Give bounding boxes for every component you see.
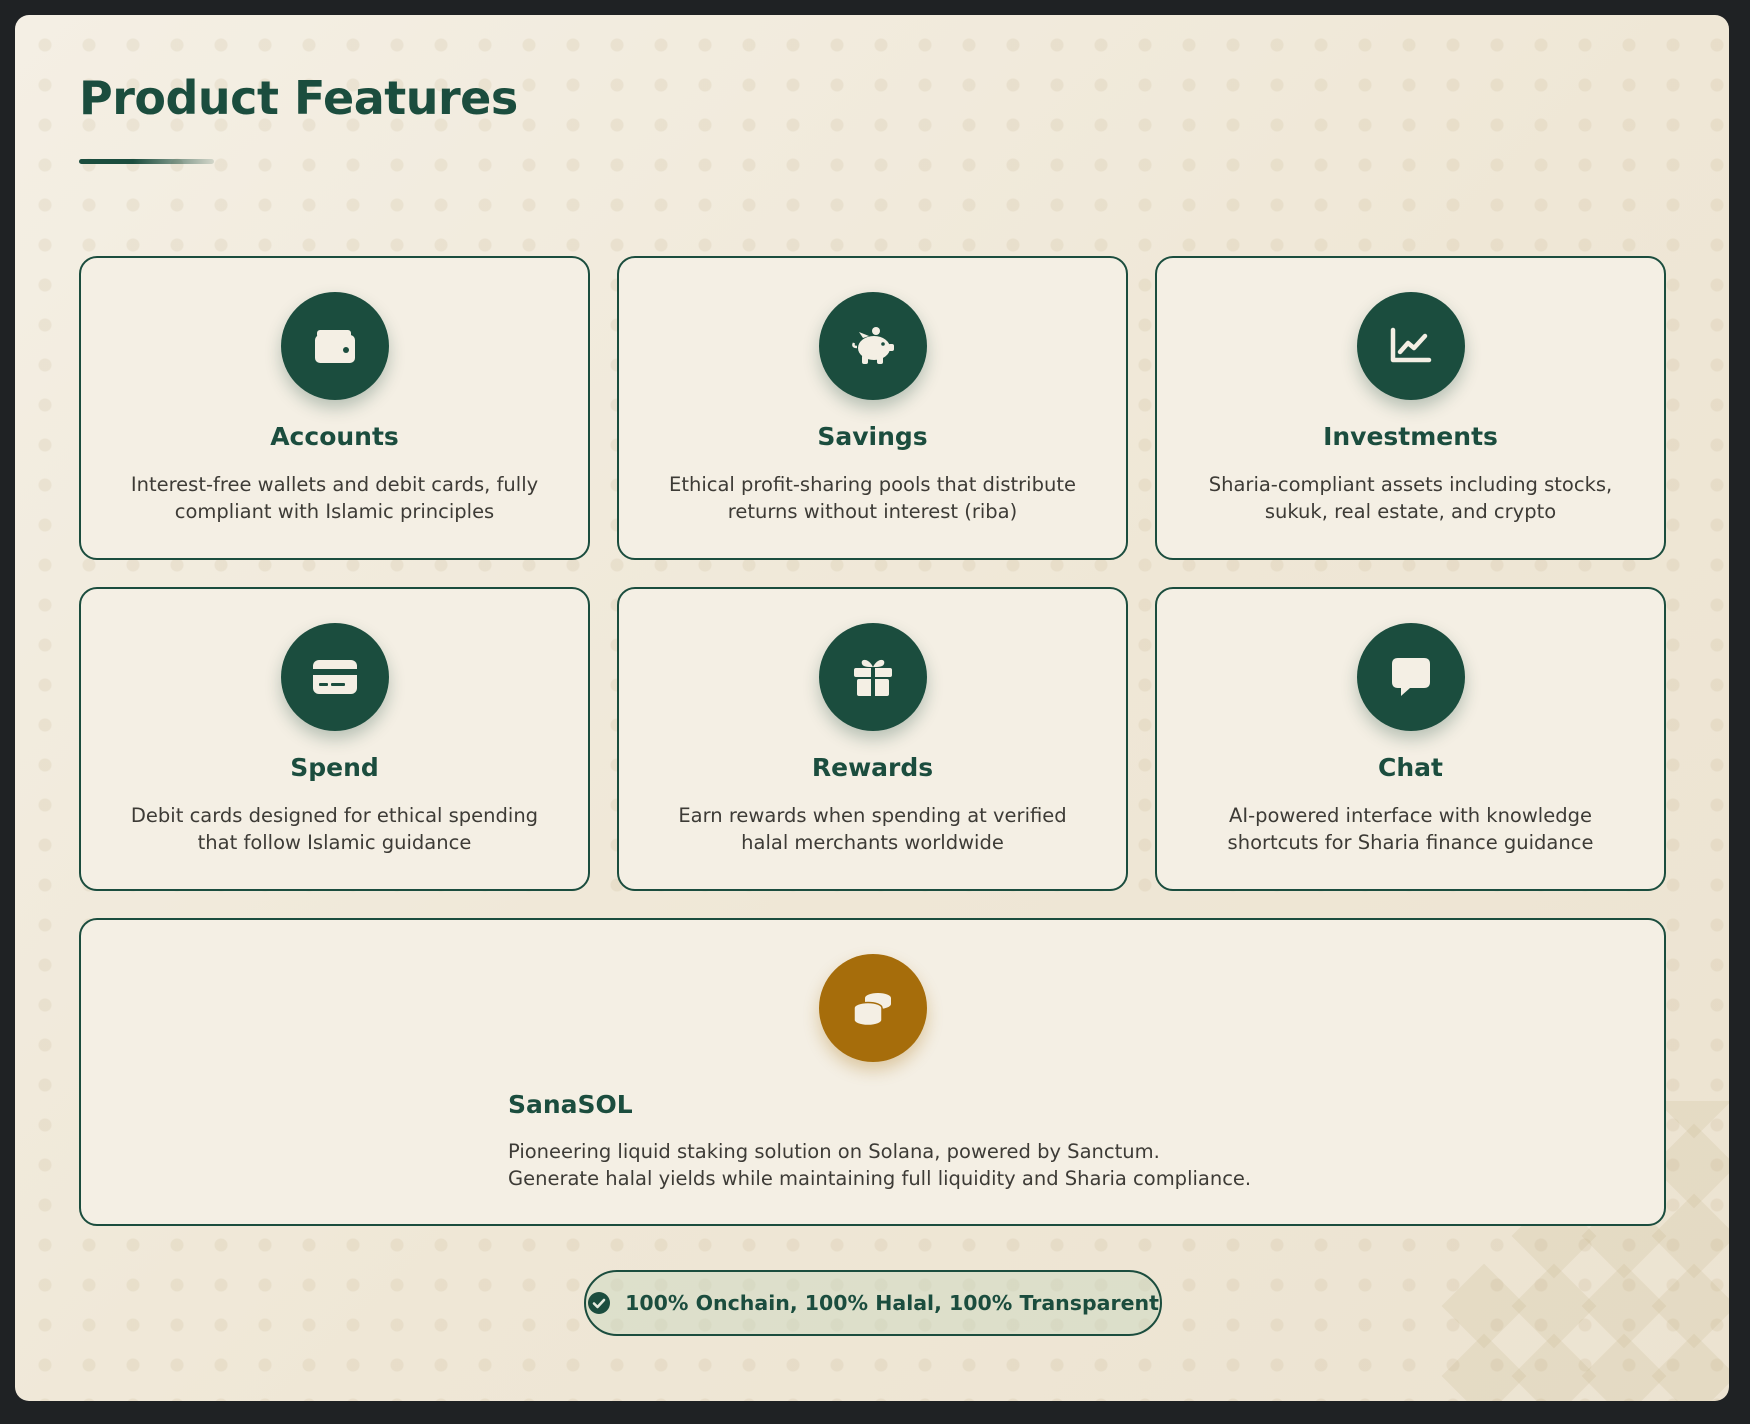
feature-card-rewards[interactable]: Rewards Earn rewards when spending at ve… — [617, 587, 1128, 891]
check-circle-icon — [588, 1292, 611, 1314]
trust-badge: 100% Onchain, 100% Halal, 100% Transpare… — [584, 1270, 1162, 1336]
feature-title: Investments — [1323, 422, 1498, 451]
feature-title: Rewards — [811, 753, 934, 782]
feature-title: Spend — [290, 753, 379, 782]
feature-description: Earn rewards when spending at verified h… — [678, 804, 1067, 854]
product-features-slide: Product Features Accounts Interest-free … — [15, 15, 1729, 1401]
feature-title: Savings — [817, 422, 928, 451]
feature-description: Ethical profit-sharing pools that distri… — [669, 473, 1076, 523]
page-title: Product Features — [79, 71, 518, 125]
feature-card-chat[interactable]: Chat AI-powered interface with knowledge… — [1155, 587, 1666, 891]
wallet-icon — [280, 292, 389, 400]
badge-text: 100% Onchain, 100% Halal, 100% Transpare… — [625, 1291, 1159, 1315]
feature-description: AI-powered interface with knowledge shor… — [1227, 804, 1594, 854]
feature-card-investments[interactable]: Investments Sharia-compliant assets incl… — [1155, 256, 1666, 560]
feature-description: Interest-free wallets and debit cards, f… — [130, 473, 539, 523]
feature-card-sanasol[interactable]: SanaSOL Pioneering liquid staking soluti… — [79, 918, 1666, 1226]
feature-card-savings[interactable]: Savings Ethical profit-sharing pools tha… — [617, 256, 1128, 560]
feature-card-spend[interactable]: Spend Debit cards designed for ethical s… — [79, 587, 590, 891]
title-underline — [79, 159, 214, 164]
coins-icon — [818, 954, 927, 1062]
chart-line-icon — [1356, 292, 1465, 400]
feature-description: Debit cards designed for ethical spendin… — [130, 804, 539, 854]
chat-bubble-icon — [1356, 623, 1465, 731]
credit-card-icon — [280, 623, 389, 731]
feature-title: Chat — [1378, 753, 1443, 782]
highlight-description: Pioneering liquid staking solution on So… — [508, 1138, 1251, 1192]
highlight-title: SanaSOL — [508, 1090, 633, 1119]
highlight-line-2: Generate halal yields while maintaining … — [508, 1167, 1252, 1190]
feature-title: Accounts — [270, 422, 399, 451]
gift-icon — [818, 623, 927, 731]
piggy-bank-icon — [818, 292, 927, 400]
feature-card-accounts[interactable]: Accounts Interest-free wallets and debit… — [79, 256, 590, 560]
highlight-line-1: Pioneering liquid staking solution on So… — [508, 1140, 1160, 1163]
feature-description: Sharia-compliant assets including stocks… — [1208, 473, 1613, 523]
